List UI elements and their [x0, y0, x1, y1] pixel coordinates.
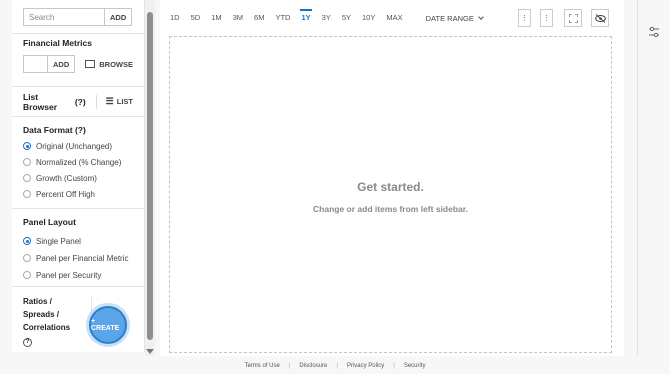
- panel-layout-option-per-security[interactable]: Panel per Security: [23, 270, 133, 280]
- disclosure-link[interactable]: Disclosure: [290, 363, 336, 369]
- chevron-down-icon: [478, 13, 484, 20]
- data-format-option-original[interactable]: Original (Unchanged): [23, 141, 133, 151]
- option-label: Percent Off High: [36, 189, 95, 199]
- option-label: Growth (Custom): [36, 173, 97, 183]
- range-3y[interactable]: 3Y: [322, 9, 331, 27]
- ratios-title: Ratios / Spreads / Correlations ?: [23, 295, 83, 347]
- page: Search ADD Financial Metrics ADD BROWSE …: [0, 0, 670, 374]
- search-input[interactable]: Search: [23, 8, 105, 26]
- security-link[interactable]: Security: [395, 363, 435, 369]
- list-browser-section: List Browser (?) ☰ LIST: [12, 87, 144, 117]
- option-label: Single Panel: [36, 236, 81, 246]
- range-5d[interactable]: 5D: [191, 9, 201, 27]
- range-3m[interactable]: 3M: [233, 9, 243, 27]
- chart-plot-area[interactable]: Get started. Change or add items from le…: [169, 36, 612, 353]
- list-icon: ☰: [105, 96, 114, 106]
- range-6m[interactable]: 6M: [254, 9, 264, 27]
- list-button[interactable]: ☰ LIST: [106, 96, 133, 107]
- sidebar-scrollbar[interactable]: [145, 0, 155, 356]
- option-label: Panel per Financial Metric: [36, 253, 129, 263]
- radio-selected[interactable]: [23, 142, 31, 150]
- more-vertical-icon[interactable]: ⋮: [540, 9, 553, 27]
- radio[interactable]: [23, 174, 31, 182]
- range-ytd[interactable]: YTD: [275, 9, 290, 27]
- terms-link[interactable]: Terms of Use: [235, 363, 288, 369]
- panel-layout-title: Panel Layout: [23, 217, 76, 227]
- panel-layout-section: Panel Layout Single Panel Panel per Fina…: [12, 209, 144, 287]
- panel-layout-option-per-metric[interactable]: Panel per Financial Metric: [23, 253, 133, 263]
- option-label: Normalized (% Change): [36, 157, 122, 167]
- create-button[interactable]: + CREATE: [89, 306, 127, 344]
- range-10y[interactable]: 10Y: [362, 9, 375, 27]
- ratios-title-line: Correlations: [23, 323, 71, 332]
- range-1m[interactable]: 1M: [211, 9, 221, 27]
- search-section: Search ADD: [12, 0, 144, 34]
- date-range-dropdown[interactable]: DATE RANGE: [425, 13, 484, 23]
- scroll-down-icon[interactable]: [146, 349, 154, 354]
- range-toolbar: 1D 5D 1M 3M 6M YTD 1Y 3Y 5Y 10Y MAX DATE…: [170, 9, 484, 27]
- more-vertical-icon[interactable]: ⋮: [518, 9, 531, 27]
- ratios-title-line: Ratios /: [23, 297, 52, 306]
- option-label: Original (Unchanged): [36, 141, 113, 151]
- financial-metric-add-button[interactable]: ADD: [48, 55, 76, 73]
- browse-label: BROWSE: [99, 59, 133, 69]
- financial-metrics-title: Financial Metrics: [23, 38, 92, 48]
- date-range-label: DATE RANGE: [425, 13, 474, 23]
- hide-icon[interactable]: [591, 9, 609, 27]
- radio[interactable]: [23, 271, 31, 279]
- search-add-button[interactable]: ADD: [105, 8, 133, 26]
- data-format-option-normalized[interactable]: Normalized (% Change): [23, 157, 133, 167]
- range-max[interactable]: MAX: [386, 9, 402, 27]
- chart-panel: 1D 5D 1M 3M 6M YTD 1Y 3Y 5Y 10Y MAX DATE…: [160, 0, 624, 356]
- radio[interactable]: [23, 158, 31, 166]
- list-browser-title: List Browser: [23, 91, 58, 112]
- list-label: LIST: [116, 97, 133, 106]
- data-format-section: Data Format (?) Original (Unchanged) Nor…: [12, 117, 144, 209]
- data-format-option-percent-off-high[interactable]: Percent Off High: [23, 189, 133, 199]
- sidebar: Search ADD Financial Metrics ADD BROWSE …: [12, 0, 145, 352]
- footer: Terms of Use | Disclosure | Privacy Poli…: [0, 358, 670, 374]
- divider: [95, 94, 97, 109]
- radio[interactable]: [23, 254, 31, 262]
- list-browser-help[interactable]: (?): [75, 97, 86, 107]
- financial-metric-input[interactable]: [23, 55, 48, 73]
- folder-icon: [85, 60, 96, 68]
- data-format-title: Data Format (?): [23, 125, 86, 135]
- range-1d[interactable]: 1D: [170, 9, 180, 27]
- divider: [637, 0, 638, 356]
- financial-metrics-section: Financial Metrics ADD BROWSE: [12, 34, 144, 87]
- radio-selected[interactable]: [23, 237, 31, 245]
- data-format-option-growth[interactable]: Growth (Custom): [23, 173, 133, 183]
- privacy-link[interactable]: Privacy Policy: [338, 363, 393, 369]
- scrollbar-thumb[interactable]: [147, 12, 153, 340]
- expand-icon[interactable]: [564, 9, 582, 27]
- panel-layout-option-single[interactable]: Single Panel: [23, 236, 133, 246]
- ratios-title-line: Spreads /: [23, 310, 60, 319]
- option-label: Panel per Security: [36, 270, 102, 280]
- empty-state-subtitle: Change or add items from left sidebar.: [313, 204, 468, 214]
- help-icon[interactable]: ?: [23, 338, 32, 347]
- sliders-icon[interactable]: [648, 25, 660, 38]
- browse-button[interactable]: BROWSE: [85, 60, 133, 69]
- radio[interactable]: [23, 190, 31, 198]
- range-1y[interactable]: 1Y: [300, 9, 312, 27]
- range-5y[interactable]: 5Y: [342, 9, 351, 27]
- empty-state-title: Get started.: [357, 180, 424, 194]
